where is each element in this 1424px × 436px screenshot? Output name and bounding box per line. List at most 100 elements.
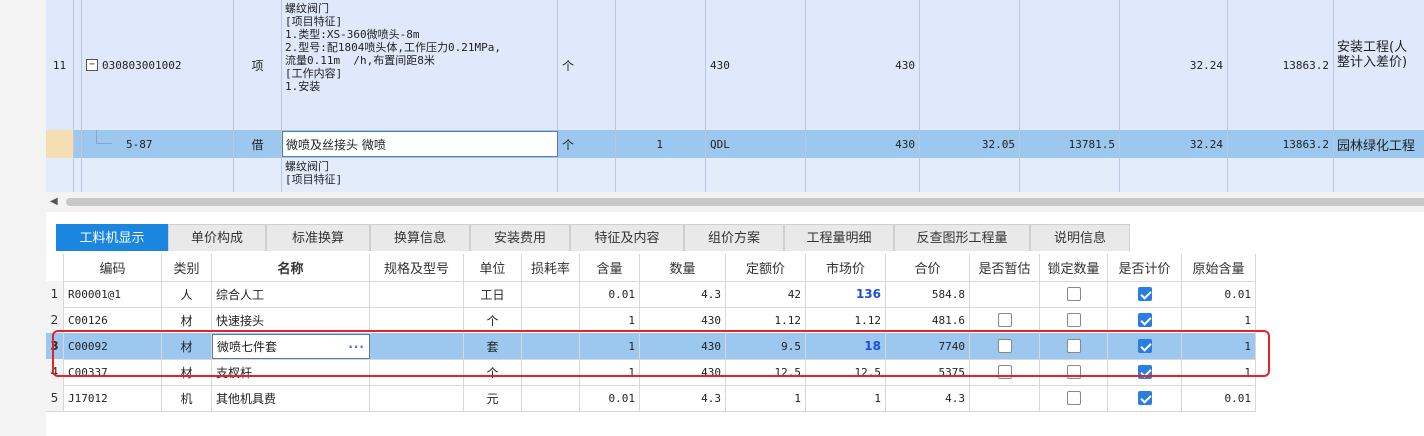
header-market-price[interactable]: 市场价 <box>806 254 886 281</box>
is-priced-cell[interactable] <box>1108 281 1182 307</box>
quota-row-5-87[interactable]: 5-87 借 个 1 QDL 430 32.05 13781.5 32.24 1… <box>46 130 1424 159</box>
loss-rate-cell[interactable] <box>522 307 580 333</box>
quota-price-cell[interactable]: 12.5 <box>726 359 806 385</box>
unit-cell[interactable]: 个 <box>464 307 522 333</box>
name-edit-input[interactable]: 微喷七件套 ··· <box>212 334 370 359</box>
table-row[interactable]: 4 C00337 材支杈杆个 1 430 12.5 12.5 5375 1 <box>46 359 1256 386</box>
is-priced-cell[interactable] <box>1108 307 1182 333</box>
original-content-cell[interactable]: 0.01 <box>1182 281 1256 307</box>
checkbox-checked-icon[interactable] <box>1137 287 1152 301</box>
quota-price-cell[interactable]: 42 <box>726 281 806 307</box>
name-cell[interactable]: 综合人工 <box>212 281 370 307</box>
tab-install-fees[interactable]: 安装费用 <box>470 224 570 251</box>
tab-labor-material-machine[interactable]: 工料机显示 <box>56 224 168 251</box>
header-original-content[interactable]: 原始含量 <box>1182 254 1256 281</box>
quota-code-cell[interactable]: 5-87 <box>82 130 234 158</box>
header-quantity[interactable]: 数量 <box>640 254 726 281</box>
unit-cell[interactable]: 套 <box>464 333 522 359</box>
is-estimate-cell[interactable] <box>970 333 1040 359</box>
spec-cell[interactable] <box>370 333 464 359</box>
spec-cell[interactable] <box>370 307 464 333</box>
header-loss-rate[interactable]: 损耗率 <box>522 254 580 281</box>
quota-price-cell[interactable]: 9.5 <box>726 333 806 359</box>
row-number[interactable]: 2 <box>46 307 64 333</box>
header-total[interactable]: 合价 <box>886 254 970 281</box>
quantity-cell[interactable]: 4.3 <box>640 385 726 411</box>
original-content-cell[interactable]: 1 <box>1182 307 1256 333</box>
quantity-cell[interactable]: 430 <box>640 359 726 385</box>
tab-standard-conversion[interactable]: 标准换算 <box>266 224 370 251</box>
tab-features-content[interactable]: 特征及内容 <box>570 224 684 251</box>
row-number[interactable]: 5 <box>46 385 64 411</box>
item-description-cell[interactable]: 螺纹阀门 [项目特征] 1.类型:XS-360微喷头-8m 2.型号:配1804喷头体… <box>282 0 558 130</box>
header-content[interactable]: 含量 <box>580 254 640 281</box>
content-cell[interactable]: 1 <box>580 359 640 385</box>
checkbox-icon[interactable] <box>997 339 1012 353</box>
category-cell[interactable]: 材 <box>162 333 212 359</box>
header-lock-quantity[interactable]: 锁定数量 <box>1040 254 1108 281</box>
quantity-cell[interactable]: 430 <box>640 333 726 359</box>
checkbox-icon[interactable] <box>997 365 1012 379</box>
scrollbar-thumb[interactable] <box>66 198 1424 206</box>
header-name[interactable]: 名称 <box>212 254 370 281</box>
tab-pricing-scheme[interactable]: 组价方案 <box>684 224 784 251</box>
tab-quantity-details[interactable]: 工程量明细 <box>784 224 894 251</box>
lock-quantity-cell[interactable] <box>1040 385 1108 411</box>
checkbox-checked-icon[interactable] <box>1137 365 1152 379</box>
spec-cell[interactable] <box>370 281 464 307</box>
market-price-cell[interactable]: 12.5 <box>806 359 886 385</box>
content-cell[interactable]: 0.01 <box>580 385 640 411</box>
content-cell[interactable]: 1 <box>580 307 640 333</box>
loss-rate-cell[interactable] <box>522 359 580 385</box>
quantity-cell[interactable]: 430 <box>640 307 726 333</box>
content-cell[interactable]: 1 <box>580 333 640 359</box>
name-cell[interactable]: 其他机具费 <box>212 385 370 411</box>
horizontal-scrollbar[interactable]: ◀ <box>46 192 1424 212</box>
more-options-icon[interactable]: ··· <box>348 340 365 354</box>
code-cell[interactable]: C00092 <box>64 333 162 359</box>
quota-name-input[interactable]: 微喷及丝接头 微喷 <box>282 131 558 157</box>
tab-unit-price-composition[interactable]: 单价构成 <box>168 224 266 251</box>
original-content-cell[interactable]: 1 <box>1182 333 1256 359</box>
quantity-cell[interactable]: 4.3 <box>640 281 726 307</box>
lock-quantity-cell[interactable] <box>1040 333 1108 359</box>
is-estimate-cell[interactable] <box>970 281 1040 307</box>
next-description-cell[interactable]: 螺纹阀门 [项目特征] <box>282 158 558 192</box>
spec-cell[interactable] <box>370 359 464 385</box>
total-cell[interactable]: 5375 <box>886 359 970 385</box>
tab-reverse-graphic-quantity[interactable]: 反查图形工程量 <box>894 224 1030 251</box>
original-content-cell[interactable]: 1 <box>1182 359 1256 385</box>
lock-quantity-cell[interactable] <box>1040 359 1108 385</box>
row-number[interactable]: 4 <box>46 359 64 385</box>
original-content-cell[interactable]: 0.01 <box>1182 385 1256 411</box>
bill-row-11[interactable]: 11 −030803001002 项 螺纹阀门 [项目特征] 1.类型:XS-360… <box>46 0 1424 131</box>
total-cell[interactable]: 584.8 <box>886 281 970 307</box>
tab-conversion-info[interactable]: 换算信息 <box>370 224 470 251</box>
tab-notes[interactable]: 说明信息 <box>1030 224 1130 251</box>
scroll-left-icon[interactable]: ◀ <box>50 196 58 207</box>
code-cell[interactable]: R00001@1 <box>64 281 162 307</box>
checkbox-checked-icon[interactable] <box>1137 313 1152 327</box>
code-cell[interactable]: C00126 <box>64 307 162 333</box>
quota-price-cell[interactable]: 1.12 <box>726 307 806 333</box>
checkbox-icon[interactable] <box>997 313 1012 327</box>
loss-rate-cell[interactable] <box>522 385 580 411</box>
total-cell[interactable]: 4.3 <box>886 385 970 411</box>
checkbox-icon[interactable] <box>1066 365 1081 379</box>
category-cell[interactable]: 机 <box>162 385 212 411</box>
name-cell[interactable]: 快速接头 <box>212 307 370 333</box>
checkbox-icon[interactable] <box>1066 339 1081 353</box>
checkbox-icon[interactable] <box>1066 391 1081 405</box>
header-is-estimate[interactable]: 是否暂估 <box>970 254 1040 281</box>
content-cell[interactable]: 0.01 <box>580 281 640 307</box>
market-price-cell[interactable]: 1.12 <box>806 307 886 333</box>
is-priced-cell[interactable] <box>1108 385 1182 411</box>
item-code-cell[interactable]: −030803001002 <box>82 0 234 130</box>
loss-rate-cell[interactable] <box>522 333 580 359</box>
checkbox-checked-icon[interactable] <box>1137 391 1152 405</box>
market-price-cell[interactable]: 1 <box>806 385 886 411</box>
is-estimate-cell[interactable] <box>970 385 1040 411</box>
table-row[interactable]: 5 J17012 机其他机具费元 0.01 4.3 1 1 4.3 0.01 <box>46 385 1256 412</box>
category-cell[interactable]: 材 <box>162 307 212 333</box>
market-price-cell[interactable]: 18 <box>806 333 886 359</box>
